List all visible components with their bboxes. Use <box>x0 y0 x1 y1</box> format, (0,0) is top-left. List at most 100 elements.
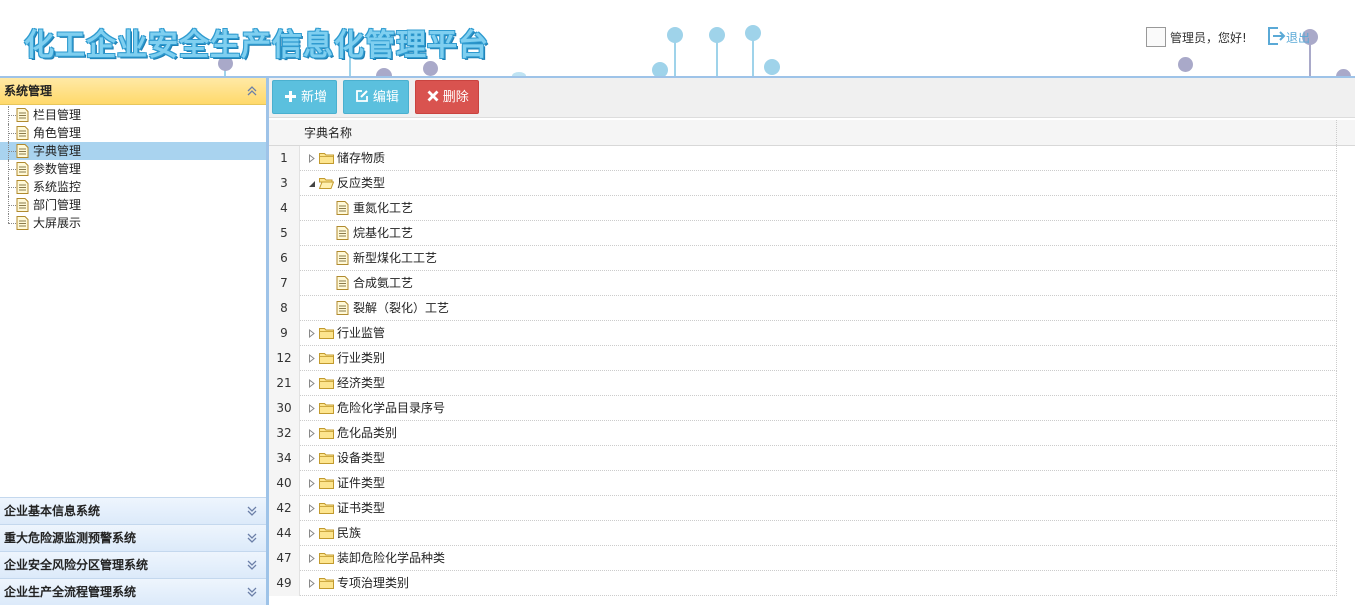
tree-cell[interactable]: 新型煤化工工艺 <box>300 246 1337 271</box>
edit-button[interactable]: 编辑 <box>342 80 409 114</box>
tree-cell[interactable]: 烷基化工艺 <box>300 221 1337 246</box>
row-number: 8 <box>269 296 300 321</box>
document-icon <box>16 108 29 122</box>
table-row[interactable]: 30 危险化学品目录序号 <box>269 396 1337 421</box>
document-icon <box>16 162 29 176</box>
expand-arrow-icon[interactable] <box>307 354 316 363</box>
table-row[interactable]: 8 裂解（裂化）工艺 <box>269 296 1337 321</box>
table-row[interactable]: 9 行业监管 <box>269 321 1337 346</box>
table-row[interactable]: 4 重氮化工艺 <box>269 196 1337 221</box>
tree-node-label: 证件类型 <box>337 476 386 490</box>
table-row[interactable]: 40 证件类型 <box>269 471 1337 496</box>
tree-cell[interactable]: 危险化学品目录序号 <box>300 396 1337 421</box>
scroll-gutter <box>1337 146 1355 606</box>
panel-header[interactable]: 企业生产全流程管理系统 <box>0 578 266 605</box>
dictionary-tree-grid: 字典名称 1 储存物质 3 反应类型 4 重氮化工艺 5 烷基化工艺 6 新型煤化工工艺 7 合成氨工… <box>269 120 1355 606</box>
tree-node-label: 行业监管 <box>337 326 386 340</box>
tree-cell[interactable]: 行业监管 <box>300 321 1337 346</box>
sidebar-item[interactable]: 参数管理 <box>0 160 266 178</box>
table-row[interactable]: 12 行业类别 <box>269 346 1337 371</box>
double-chevron-up-icon[interactable] <box>246 85 258 97</box>
table-row[interactable]: 21 经济类型 <box>269 371 1337 396</box>
tree-cell[interactable]: 民族 <box>300 521 1337 546</box>
expand-arrow-icon[interactable] <box>307 154 316 163</box>
panel-header[interactable]: 企业基本信息系统 <box>0 497 266 524</box>
table-row[interactable]: 49 专项治理类别 <box>269 571 1337 596</box>
expand-arrow-icon[interactable] <box>307 579 316 588</box>
panel-title: 企业基本信息系统 <box>4 504 101 518</box>
sidebar-item[interactable]: 系统监控 <box>0 178 266 196</box>
document-icon <box>336 201 349 215</box>
tree-cell[interactable]: 专项治理类别 <box>300 571 1337 596</box>
edit-button-label: 编辑 <box>372 90 399 105</box>
user-avatar <box>1146 27 1166 47</box>
table-row[interactable]: 7 合成氨工艺 <box>269 271 1337 296</box>
tree-cell[interactable]: 证件类型 <box>300 471 1337 496</box>
tree-cell[interactable]: 重氮化工艺 <box>300 196 1337 221</box>
sidebar-item[interactable]: 字典管理 <box>0 142 266 160</box>
expand-arrow-icon[interactable] <box>307 554 316 563</box>
decor-bubble <box>764 59 780 75</box>
collapse-arrow-icon[interactable] <box>307 179 316 188</box>
folder-icon <box>319 428 334 439</box>
panel-header-system-management[interactable]: 系统管理 <box>0 78 266 105</box>
decor-stem <box>674 38 676 76</box>
sidebar-item[interactable]: 栏目管理 <box>0 106 266 124</box>
sidebar-item[interactable]: 部门管理 <box>0 196 266 214</box>
tree-cell[interactable]: 反应类型 <box>300 171 1337 196</box>
table-row[interactable]: 47 装卸危险化学品种类 <box>269 546 1337 571</box>
expand-arrow-icon[interactable] <box>307 404 316 413</box>
panel-header[interactable]: 企业安全风险分区管理系统 <box>0 551 266 578</box>
logout-button[interactable]: 退出 <box>1266 26 1318 48</box>
document-icon <box>336 301 349 315</box>
grid-header: 字典名称 <box>269 120 1355 146</box>
decor-bubble <box>745 25 761 41</box>
row-number: 6 <box>269 246 300 271</box>
double-chevron-down-icon[interactable] <box>246 559 258 571</box>
row-number: 9 <box>269 321 300 346</box>
tree-node-label: 设备类型 <box>337 451 386 465</box>
sidebar-item[interactable]: 角色管理 <box>0 124 266 142</box>
tree-node-label: 行业类别 <box>337 351 386 365</box>
column-header-dict-name[interactable]: 字典名称 <box>304 120 352 146</box>
tree-cell[interactable]: 储存物质 <box>300 146 1337 171</box>
tree-cell[interactable]: 经济类型 <box>300 371 1337 396</box>
tree-line <box>8 133 16 134</box>
table-row[interactable]: 3 反应类型 <box>269 171 1337 196</box>
table-row[interactable]: 5 烷基化工艺 <box>269 221 1337 246</box>
expand-arrow-icon[interactable] <box>307 454 316 463</box>
table-row[interactable]: 6 新型煤化工工艺 <box>269 246 1337 271</box>
tree-node-label: 经济类型 <box>337 376 386 390</box>
table-row[interactable]: 42 证书类型 <box>269 496 1337 521</box>
expand-arrow-icon[interactable] <box>307 429 316 438</box>
tree-cell[interactable]: 合成氨工艺 <box>300 271 1337 296</box>
double-chevron-down-icon[interactable] <box>246 505 258 517</box>
table-row[interactable]: 1 储存物质 <box>269 146 1337 171</box>
tree-cell[interactable]: 装卸危险化学品种类 <box>300 546 1337 571</box>
add-button[interactable]: 新增 <box>272 80 338 114</box>
tree-node-label: 合成氨工艺 <box>353 276 414 290</box>
expand-arrow-icon[interactable] <box>307 379 316 388</box>
delete-button[interactable]: 删除 <box>414 80 479 114</box>
sidebar-item-label: 角色管理 <box>33 126 82 140</box>
tree-cell[interactable]: 设备类型 <box>300 446 1337 471</box>
expand-arrow-icon[interactable] <box>307 479 316 488</box>
sidebar-item[interactable]: 大屏展示 <box>0 214 266 232</box>
expand-arrow-icon[interactable] <box>307 504 316 513</box>
double-chevron-down-icon[interactable] <box>246 532 258 544</box>
decor-stem <box>716 40 718 76</box>
table-row[interactable]: 34 设备类型 <box>269 446 1337 471</box>
expand-arrow-icon[interactable] <box>307 529 316 538</box>
tree-cell[interactable]: 证书类型 <box>300 496 1337 521</box>
tree-line <box>8 151 16 152</box>
tree-cell[interactable]: 行业类别 <box>300 346 1337 371</box>
row-number: 32 <box>269 421 300 446</box>
double-chevron-down-icon[interactable] <box>246 586 258 598</box>
panel-header[interactable]: 重大危险源监测预警系统 <box>0 524 266 551</box>
tree-cell[interactable]: 危化品类别 <box>300 421 1337 446</box>
table-row[interactable]: 44 民族 <box>269 521 1337 546</box>
table-row[interactable]: 32 危化品类别 <box>269 421 1337 446</box>
tree-cell[interactable]: 裂解（裂化）工艺 <box>300 296 1337 321</box>
expand-arrow-icon[interactable] <box>307 329 316 338</box>
decor-bubble <box>667 27 683 43</box>
